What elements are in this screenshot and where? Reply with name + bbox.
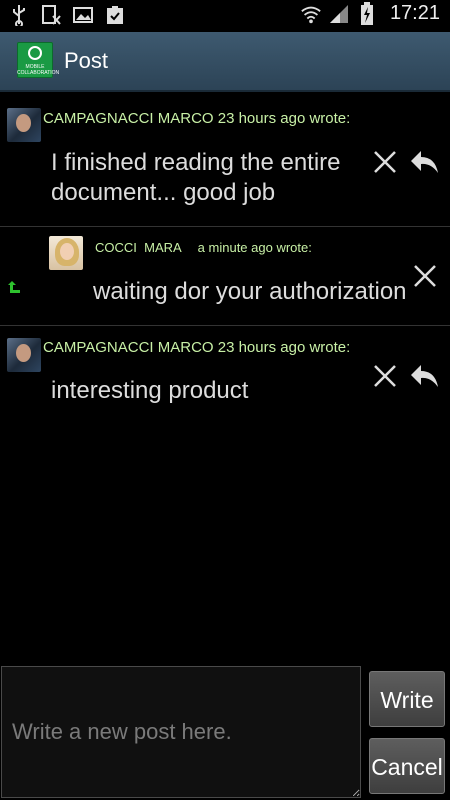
post-text: I finished reading the entire document..… <box>51 149 341 206</box>
avatar <box>7 338 41 372</box>
post-time: a minute ago wrote: <box>197 240 312 255</box>
battery-charging-icon <box>356 1 378 25</box>
gallery-icon <box>72 4 94 26</box>
sim-card-icon <box>40 4 62 26</box>
page-title: Post <box>64 48 109 73</box>
reply-button[interactable] <box>407 145 441 179</box>
signal-icon <box>328 3 350 25</box>
post-item-reply: COCCI MARA a minute ago wrote: waiting do… <box>0 227 450 326</box>
post-header: CAMPAGNACCI MARCO 23 hours ago wrote: <box>43 339 351 356</box>
reply-icon <box>411 365 438 387</box>
post-header: COCCI MARA a minute ago wrote: <box>95 240 312 255</box>
reply-icon <box>411 151 438 173</box>
usb-icon <box>8 4 30 26</box>
post-text: waiting dor your authorization <box>93 278 407 305</box>
new-post-input[interactable] <box>1 666 361 798</box>
close-icon <box>374 365 396 387</box>
avatar <box>49 236 83 270</box>
close-icon <box>374 151 396 173</box>
close-icon <box>414 265 436 287</box>
status-bar: 17:21 <box>0 0 450 32</box>
delete-button[interactable] <box>368 359 402 393</box>
write-button[interactable]: Write <box>369 671 445 727</box>
action-bar: MOBILE COLLABORATION Post <box>0 32 450 92</box>
post-header: CAMPAGNACCI MARCO 23 hours ago wrote: <box>43 110 351 127</box>
post-text: interesting product <box>51 377 249 404</box>
wifi-icon <box>300 3 322 25</box>
composer: Write Cancel <box>0 666 450 800</box>
cancel-button[interactable]: Cancel <box>369 738 445 794</box>
delete-button[interactable] <box>408 259 442 293</box>
app-logo: MOBILE COLLABORATION <box>17 42 59 78</box>
post-item: CAMPAGNACCI MARCO 23 hours ago wrote: in… <box>0 326 450 436</box>
clipboard-check-icon <box>104 4 126 26</box>
delete-button[interactable] <box>368 145 402 179</box>
post-author: COCCI MARA <box>95 240 182 255</box>
reply-indicator-icon <box>6 279 22 300</box>
status-time: 17:21 <box>389 2 440 24</box>
avatar <box>7 108 41 142</box>
reply-button[interactable] <box>407 359 441 393</box>
post-item: CAMPAGNACCI MARCO 23 hours ago wrote: I … <box>0 92 450 227</box>
